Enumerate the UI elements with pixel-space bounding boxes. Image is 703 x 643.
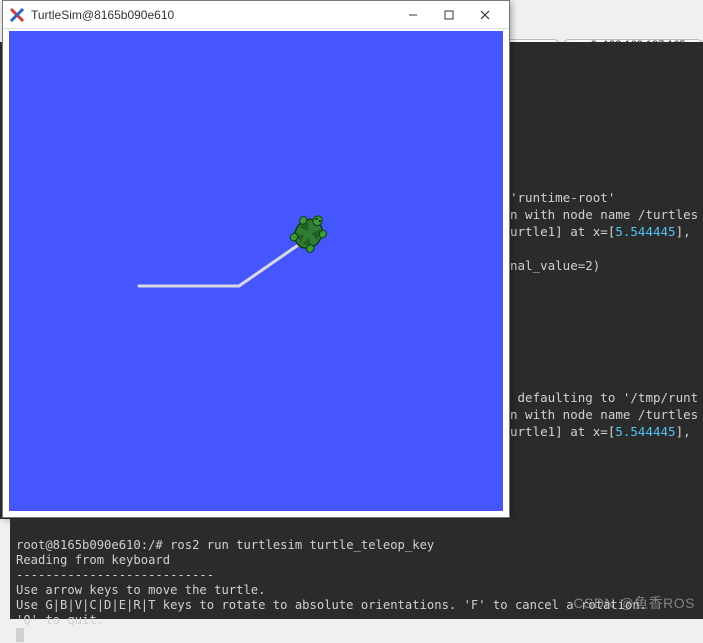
- watermark: CSDN @鱼香ROS: [573, 593, 695, 613]
- terminal-line: Use G|B|V|C|D|E|R|T keys to rotate to ab…: [16, 598, 647, 612]
- terminal-line: 'Q' to quit.: [16, 613, 104, 627]
- maximize-button[interactable]: [431, 4, 467, 26]
- minimize-icon: [408, 10, 418, 20]
- minimize-button[interactable]: [395, 4, 431, 26]
- titlebar[interactable]: TurtleSim@8165b090e610: [3, 1, 509, 29]
- close-icon: [480, 10, 490, 20]
- terminal-output-block-1: 'runtime-root'n with node name /turtlesu…: [510, 172, 698, 291]
- terminal-output-block-2: defaulting to '/tmp/runtn with node name…: [510, 372, 698, 457]
- terminal-line: Reading from keyboard: [16, 553, 170, 567]
- turtlesim-canvas[interactable]: [9, 31, 503, 511]
- terminal-line: Use arrow keys to move the turtle.: [16, 583, 265, 597]
- terminal-line: ---------------------------: [16, 568, 214, 582]
- turtlesim-window: TurtleSim@8165b090e610: [2, 0, 510, 518]
- terminal-cursor: [16, 628, 24, 642]
- shell-command: ros2 run turtlesim turtle_teleop_key: [170, 538, 434, 552]
- maximize-icon: [444, 10, 454, 20]
- window-title: TurtleSim@8165b090e610: [31, 8, 395, 22]
- close-button[interactable]: [467, 4, 503, 26]
- shell-prompt: root@8165b090e610:/#: [16, 538, 170, 552]
- turtle-trail: [9, 31, 503, 511]
- xserver-icon: [9, 7, 25, 23]
